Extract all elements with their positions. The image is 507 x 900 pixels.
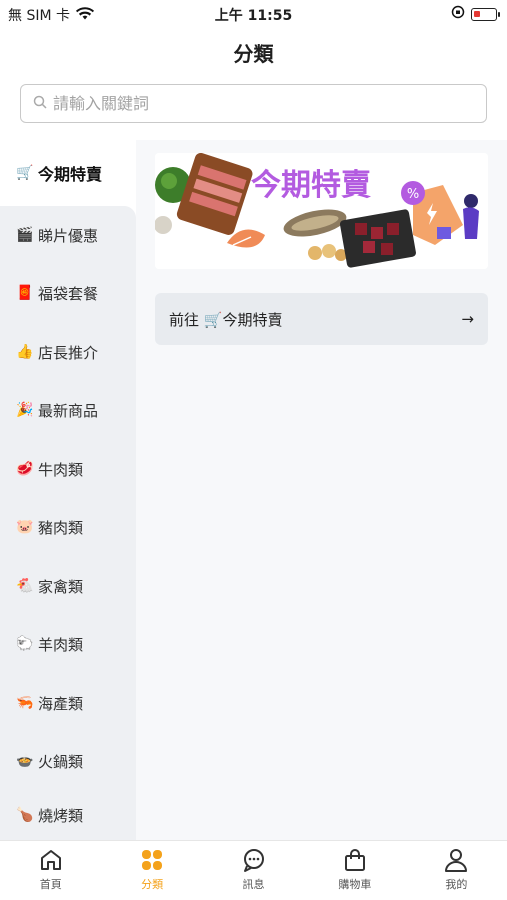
cart-emoji-icon: 🛒: [203, 310, 223, 329]
sidebar-item-label: 店長推介: [38, 343, 99, 362]
sidebar-item-label: 家禽類: [38, 577, 84, 596]
sidebar-item-label: 燒烤類: [38, 806, 84, 825]
goto-category-name: 今期特賣: [222, 310, 283, 329]
battery-level: [474, 10, 480, 17]
message-icon: [243, 849, 264, 872]
sidebar-item-recommended[interactable]: 👍 店長推介: [0, 323, 136, 381]
orientation-lock-icon: [451, 5, 465, 23]
tab-profile[interactable]: 我的: [406, 841, 507, 900]
sidebar-item-label: 牛肉類: [38, 460, 84, 479]
thumbs-up-emoji-icon: 👍: [16, 344, 34, 360]
sale-banner-artwork: 今期特賣 %: [155, 153, 488, 269]
tab-category[interactable]: 分類: [101, 841, 202, 900]
page-title: 分類: [233, 42, 274, 66]
sidebar-item-label: 福袋套餐: [38, 284, 99, 303]
arrow-right-icon: →: [461, 310, 474, 328]
meat-emoji-icon: 🥩: [16, 461, 34, 477]
goto-prefix: 前往: [169, 310, 200, 329]
tab-label: 首頁: [39, 878, 62, 891]
sidebar-item-label: 最新商品: [38, 401, 99, 420]
tab-label: 購物車: [338, 878, 372, 891]
tab-home[interactable]: 首頁: [0, 841, 101, 900]
status-time: 上午 11:55: [214, 8, 293, 24]
home-icon: [40, 850, 61, 870]
profile-icon: [445, 849, 468, 872]
red-envelope-emoji-icon: 🧧: [16, 285, 34, 301]
sidebar-item-bbq[interactable]: 🍗 燒烤類: [0, 791, 136, 839]
category-icon: [142, 850, 163, 870]
sidebar-item-label: 豬肉類: [38, 518, 84, 537]
banner-title: 今期特賣: [251, 168, 372, 203]
sidebar-item-sale[interactable]: 🛒 今期特賣: [0, 144, 136, 202]
category-content: 今期特賣 % 前往 🛒今期特賣 →: [136, 140, 507, 840]
sidebar-item-seafood[interactable]: 🦐 海產類: [0, 674, 136, 732]
hotpot-emoji-icon: 🍲: [16, 753, 34, 769]
sidebar-item-hotpot[interactable]: 🍲 火鍋類: [0, 732, 136, 790]
sidebar-item-label: 睇片優惠: [38, 226, 99, 245]
pig-emoji-icon: 🐷: [16, 519, 34, 535]
tab-label: 我的: [445, 878, 468, 891]
sidebar-item-label: 今期特賣: [38, 165, 103, 184]
drumstick-emoji-icon: 🍗: [16, 807, 34, 823]
bottom-tab-bar: 首頁 分類 訊息 購物車 我的: [0, 840, 507, 900]
goto-sale-button[interactable]: 前往 🛒今期特賣 →: [155, 293, 488, 345]
sidebar-item-lucky-bag[interactable]: 🧧 福袋套餐: [0, 264, 136, 322]
sidebar-item-label: 羊肉類: [38, 635, 84, 654]
sidebar-item-label: 火鍋類: [38, 752, 84, 771]
sheep-emoji-icon: 🐑: [16, 636, 34, 652]
sidebar-item-video-offers[interactable]: 🎬 睇片優惠: [0, 206, 136, 264]
search-icon: [33, 94, 47, 113]
sidebar-item-label: 海產類: [38, 694, 84, 713]
tab-cart[interactable]: 購物車: [304, 841, 405, 900]
discount-badge: %: [407, 187, 419, 202]
battery-icon: [471, 7, 500, 21]
sidebar-item-beef[interactable]: 🥩 牛肉類: [0, 440, 136, 498]
tab-label: 分類: [141, 878, 164, 891]
tab-label: 訊息: [242, 878, 265, 891]
clapper-emoji-icon: 🎬: [16, 227, 34, 243]
sidebar-item-new[interactable]: 🎉 最新商品: [0, 381, 136, 439]
cart-emoji-icon: 🛒: [16, 165, 34, 181]
sidebar-item-pork[interactable]: 🐷 豬肉類: [0, 498, 136, 556]
search-input[interactable]: [53, 94, 453, 113]
cart-icon: [344, 849, 365, 871]
shrimp-emoji-icon: 🦐: [16, 695, 34, 711]
chicken-emoji-icon: 🐔: [16, 578, 34, 594]
sidebar-item-lamb[interactable]: 🐑 羊肉類: [0, 615, 136, 673]
status-bar: 無 SIM 卡 上午 11:55: [0, 0, 507, 28]
tab-messages[interactable]: 訊息: [203, 841, 304, 900]
category-sidebar: 🛒 今期特賣 🎬 睇片優惠 🧧 福袋套餐 👍 店長推介 🎉 最新商品 🥩 牛肉類…: [0, 140, 136, 840]
sidebar-item-poultry[interactable]: 🐔 家禽類: [0, 557, 136, 615]
party-emoji-icon: 🎉: [16, 402, 34, 418]
goto-sale-label: 前往 🛒今期特賣: [169, 309, 283, 330]
sale-banner[interactable]: 今期特賣 %: [155, 153, 488, 269]
search-bar[interactable]: [20, 84, 487, 123]
